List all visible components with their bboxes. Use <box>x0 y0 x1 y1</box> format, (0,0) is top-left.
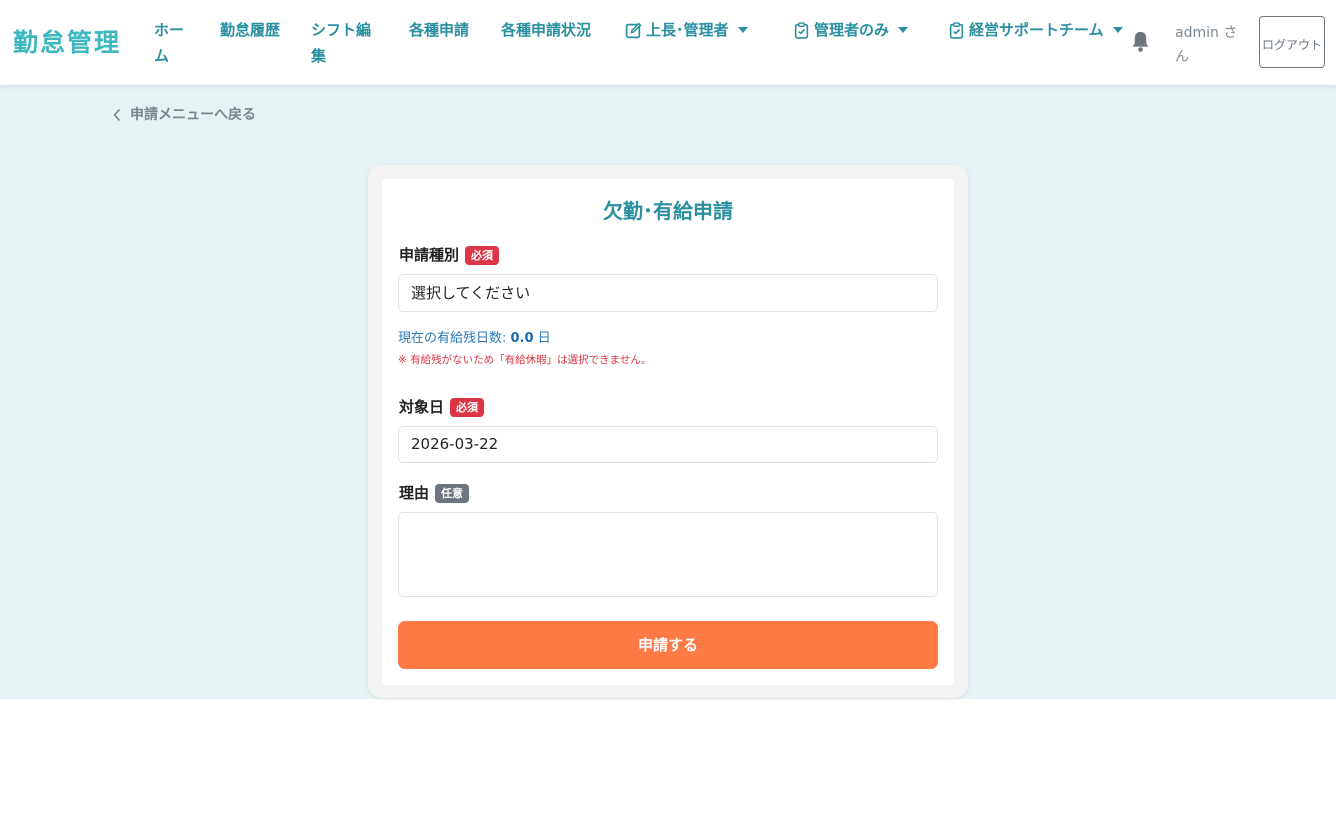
target-date-label-text: 対象日 <box>399 398 445 416</box>
nav-dropdown-admin-only-label: 管理者のみ <box>814 21 890 39</box>
back-to-request-menu-link[interactable]: 申請メニューへ戻る <box>112 104 256 126</box>
caret-down-icon <box>898 27 909 33</box>
paid-leave-balance: 現在の有給残日数: 0.0 日 <box>398 329 551 349</box>
clipboard-check-icon <box>794 21 809 39</box>
nav-dropdown-mgmt-support-label: 経営サポートチーム <box>969 21 1104 39</box>
optional-badge: 任意 <box>435 483 470 503</box>
paid-leave-balance-unit: 日 <box>537 331 551 346</box>
nav-shift-edit[interactable]: シフト編集 <box>311 17 375 69</box>
chevron-left-icon <box>113 108 121 122</box>
nav-request-status[interactable]: 各種申請状況 <box>501 17 593 43</box>
target-date-label: 対象日 必須 <box>399 396 485 418</box>
nav-dropdown-boss-admin-label: 上長･管理者 <box>646 21 729 39</box>
target-date-input[interactable]: 2026-03-22 <box>398 426 938 463</box>
request-type-select[interactable]: 選択してください <box>398 274 938 312</box>
reason-label: 理由 任意 <box>399 482 470 504</box>
reason-label-text: 理由 <box>399 484 430 502</box>
nav-dropdown-admin-only[interactable]: 管理者のみ <box>793 17 909 43</box>
logout-button[interactable]: ログアウト <box>1259 16 1325 68</box>
reason-textarea[interactable] <box>398 512 938 597</box>
paid-leave-warning: ※ 有給残がないため「有給休暇」は選択できません。 <box>398 354 652 366</box>
caret-down-icon <box>1112 27 1123 33</box>
paid-leave-balance-label: 現在の有給残日数: <box>398 331 511 346</box>
bell-icon <box>1132 31 1149 52</box>
required-badge: 必須 <box>450 397 485 417</box>
brand-logo[interactable]: 勤怠管理 <box>13 27 121 59</box>
submit-request-button[interactable]: 申請する <box>398 621 938 669</box>
paid-leave-balance-value: 0.0 <box>510 331 534 346</box>
required-badge: 必須 <box>465 245 500 265</box>
nav-dropdown-boss-admin[interactable]: 上長･管理者 <box>625 17 748 43</box>
caret-down-icon <box>737 27 748 33</box>
edit-icon <box>625 22 642 38</box>
notification-bell[interactable] <box>1130 30 1151 57</box>
nav-attendance-history[interactable]: 勤怠履歴 <box>220 17 280 43</box>
nav-requests[interactable]: 各種申請 <box>409 17 469 43</box>
request-type-label: 申請種別 必須 <box>399 244 500 266</box>
form-title: 欠勤･有給申請 <box>603 199 733 223</box>
request-type-label-text: 申請種別 <box>399 246 460 264</box>
nav-dropdown-mgmt-support[interactable]: 経営サポートチーム <box>948 17 1123 43</box>
clipboard-check-icon <box>949 21 964 39</box>
nav-home[interactable]: ホーム <box>154 17 188 69</box>
back-link-label: 申請メニューへ戻る <box>130 107 256 123</box>
user-name: admin さん <box>1175 25 1238 65</box>
top-navbar: 勤怠管理 ホーム 勤怠履歴 シフト編集 各種申請 各種申請状況 上長･管理者 管… <box>0 0 1336 85</box>
